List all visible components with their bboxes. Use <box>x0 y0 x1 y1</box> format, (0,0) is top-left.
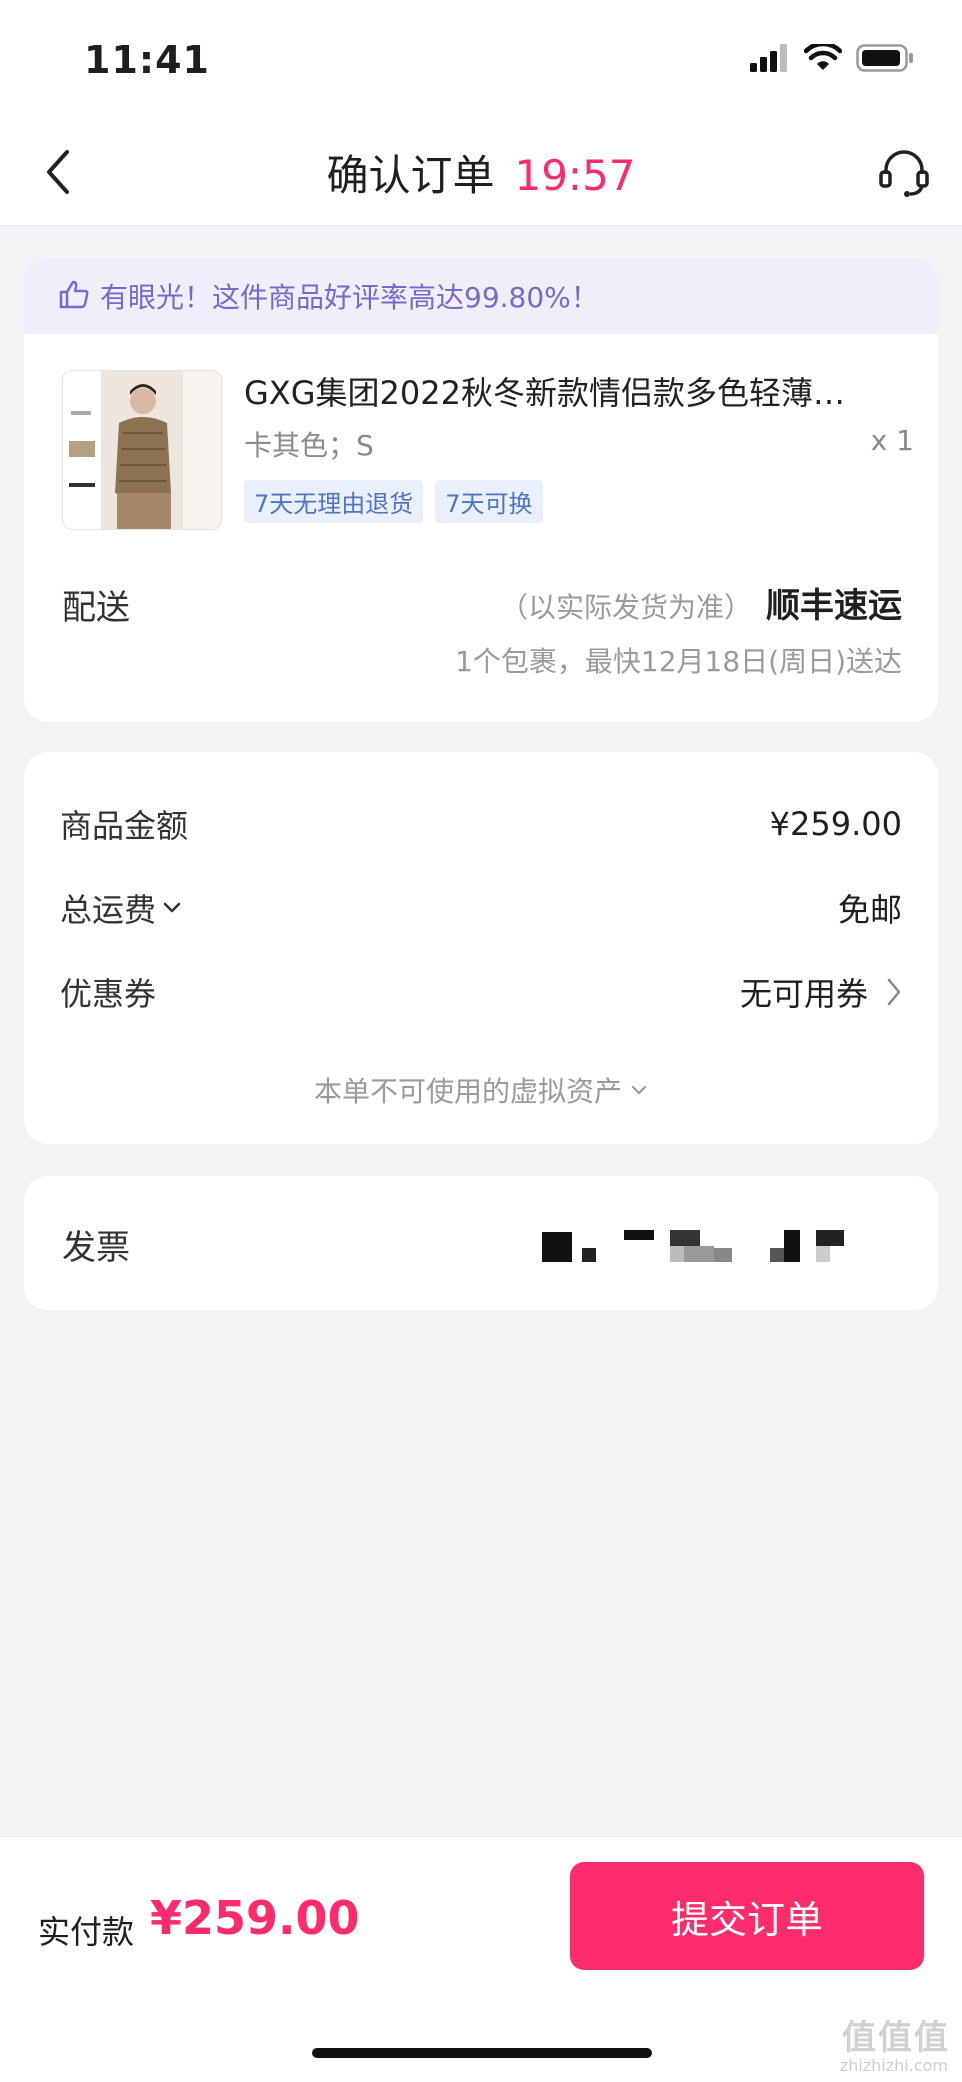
goods-amount-row: 商品金额 ¥259.00 <box>60 800 902 848</box>
watermark: 值值值 <box>842 2018 950 2058</box>
invoice-value-redacted <box>542 1224 882 1264</box>
signal-icon <box>750 44 790 76</box>
bottom-bar: 实付款 ¥259.00 提交订单 <box>0 1836 962 2082</box>
pay-amount: ¥259.00 <box>150 1891 360 1945</box>
submit-order-button[interactable]: 提交订单 <box>570 1862 924 1970</box>
product-title[interactable]: GXG集团2022秋冬新款情侣款多色轻薄… <box>244 368 904 414</box>
goods-amount-value: ¥259.00 <box>769 805 902 843</box>
delivery-carrier: 顺丰速运 <box>766 586 902 626</box>
shipping-value: 免邮 <box>837 891 902 929</box>
watermark-url: zhizhizhi.com <box>839 2056 948 2075</box>
headset-icon <box>879 150 929 197</box>
delivery-option[interactable]: （以实际发货为准） 顺丰速运 <box>500 578 902 627</box>
shipping-label-group[interactable]: 总运费 <box>60 885 182 931</box>
coupon-label: 优惠券 <box>60 975 157 1013</box>
delivery-label: 配送 <box>62 588 130 628</box>
status-icons <box>750 41 914 76</box>
status-bar: 11:41 <box>0 0 962 120</box>
service-tags: 7天无理由退货 7天可换 <box>244 480 543 523</box>
status-time: 11:41 <box>84 38 210 82</box>
product-quantity: x 1 <box>870 424 914 457</box>
chevron-down-icon <box>163 902 181 913</box>
home-indicator[interactable] <box>312 2048 652 2058</box>
page-title-text: 确认订单 <box>326 151 495 200</box>
coupon-value: 无可用券 <box>739 975 868 1013</box>
shipping-label: 总运费 <box>60 891 157 929</box>
invoice-card[interactable]: 发票 <box>24 1176 938 1310</box>
page-title: 确认订单 19:57 <box>0 142 962 203</box>
battery-icon <box>856 44 914 76</box>
invoice-label: 发票 <box>62 1228 130 1268</box>
coupon-value-group[interactable]: 无可用券 <box>740 969 902 1015</box>
price-summary-card: 商品金额 ¥259.00 总运费 免邮 优惠券 无可用券 本单不可使用的虚拟资产 <box>24 752 938 1144</box>
chevron-right-icon <box>887 978 901 1006</box>
pay-label: 实付款 <box>38 1913 135 1951</box>
service-tag: 7天无理由退货 <box>244 480 424 523</box>
product-spec: 卡其色；S <box>244 429 374 462</box>
customer-service-button[interactable] <box>872 140 936 204</box>
rating-banner-text: 有眼光！这件商品好评率高达99.80%！ <box>100 281 599 314</box>
delivery-eta: 1个包裹，最快12月18日(周日)送达 <box>455 645 902 678</box>
product-image[interactable] <box>62 370 222 530</box>
thumbs-up-icon <box>58 279 90 313</box>
virtual-assets-text: 本单不可使用的虚拟资产 <box>313 1075 622 1108</box>
wifi-icon <box>803 41 843 76</box>
chevron-down-icon <box>631 1085 647 1095</box>
countdown-timer: 19:57 <box>514 151 636 200</box>
delivery-note: （以实际发货为准） <box>499 591 752 624</box>
goods-amount-label: 商品金额 <box>60 807 189 845</box>
product-card: 有眼光！这件商品好评率高达99.80%！ GXG集团2022秋冬新款情侣款多色轻… <box>24 258 938 722</box>
nav-bar: 确认订单 19:57 <box>0 120 962 226</box>
shipping-row[interactable]: 总运费 免邮 <box>60 884 902 932</box>
service-tag: 7天可换 <box>435 480 543 523</box>
rating-banner: 有眼光！这件商品好评率高达99.80%！ <box>24 258 938 334</box>
virtual-assets-toggle[interactable]: 本单不可使用的虚拟资产 <box>24 1070 938 1110</box>
coupon-row[interactable]: 优惠券 无可用券 <box>60 968 902 1016</box>
